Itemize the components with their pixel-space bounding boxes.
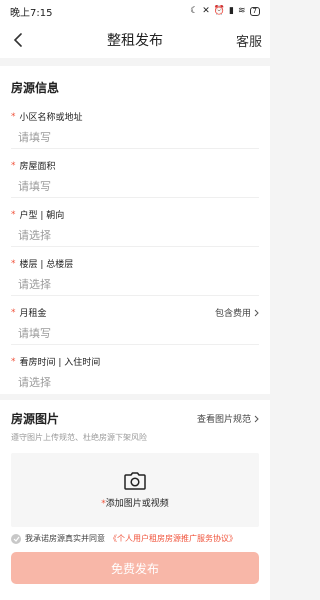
area-field[interactable]: * 房屋面积 请填写 — [11, 149, 259, 198]
viewing-time-field[interactable]: * 看房时间 | 入住时间 请选择 — [11, 345, 259, 394]
upload-media-button[interactable]: *添加图片或视频 — [11, 453, 259, 527]
publish-button[interactable]: 免费发布 — [11, 552, 259, 584]
customer-service-button[interactable]: 客服 — [236, 31, 262, 50]
section-title: 房源信息 — [11, 81, 60, 95]
status-icons: ☾ ✕ ⏰ ▮ ≋ 7 — [190, 6, 260, 16]
required-mark: * — [11, 258, 16, 269]
page-title: 整租发布 — [107, 33, 163, 49]
signal-icon: ▮ — [229, 6, 234, 16]
included-fees-link[interactable]: 包含费用 — [215, 306, 259, 319]
required-mark: * — [11, 160, 16, 171]
required-mark: * — [11, 209, 16, 220]
chevron-right-icon — [254, 415, 259, 422]
nav-bar: 整租发布 客服 — [0, 22, 270, 58]
agreement-checkbox[interactable] — [11, 533, 21, 544]
listing-info-card: 房源信息 * 小区名称或地址 请填写 * 房屋面积 请填写 * 户型 | 朝向 请选择… — [0, 66, 270, 394]
field-label: 看房时间 | 入住时间 — [19, 358, 101, 368]
viewing-time-select[interactable]: 请选择 — [18, 374, 259, 390]
status-bar: 晚上7:15 ☾ ✕ ⏰ ▮ ≋ 7 — [0, 0, 270, 22]
upload-label: 添加图片或视频 — [105, 498, 169, 509]
layout-field[interactable]: * 户型 | 朝向 请选择 — [11, 198, 259, 247]
wifi-icon: ≋ — [237, 6, 246, 16]
rent-field[interactable]: * 月租金 包含费用 请填写 — [11, 296, 259, 345]
community-field[interactable]: * 小区名称或地址 请填写 — [11, 100, 259, 149]
rent-input[interactable]: 请填写 — [18, 325, 259, 341]
included-fees-label: 包含费用 — [214, 309, 251, 319]
bottom-bar: 我承诺房源真实并同意 《个人用户租房房源推广服务协议》 免费发布 — [0, 527, 270, 600]
photos-title: 房源图片 — [11, 412, 60, 426]
alarm-icon: ⏰ — [213, 6, 226, 16]
photo-guidelines-link[interactable]: 查看图片规范 — [197, 412, 259, 425]
photo-guidelines-label: 查看图片规范 — [196, 415, 251, 425]
battery-level: 7 — [252, 6, 257, 15]
agreement-row: 我承诺房源真实并同意 《个人用户租房房源推广服务协议》 — [11, 533, 259, 544]
community-input[interactable]: 请填写 — [18, 129, 259, 145]
back-icon[interactable] — [8, 30, 28, 50]
required-mark: * — [11, 307, 16, 318]
agreement-link[interactable]: 《个人用户租房房源推广服务协议》 — [109, 533, 237, 544]
status-time: 晚上7:15 — [10, 7, 53, 19]
camera-icon — [124, 471, 146, 490]
battery-icon: 7 — [249, 6, 260, 16]
floor-select[interactable]: 请选择 — [18, 276, 259, 292]
check-icon — [13, 536, 19, 542]
chevron-right-icon — [254, 309, 259, 316]
required-mark: * — [11, 111, 16, 122]
required-mark: * — [11, 356, 16, 367]
area-input[interactable]: 请填写 — [18, 178, 259, 194]
photos-card: 房源图片 查看图片规范 遵守图片上传规范、杜绝房源下架风险 *添加图片或视频 — [0, 400, 270, 537]
moon-icon: ☾ — [190, 6, 199, 16]
field-label: 月租金 — [19, 309, 47, 319]
field-label: 楼层 | 总楼层 — [19, 260, 74, 270]
mute-icon: ✕ — [202, 6, 210, 16]
field-label: 户型 | 朝向 — [19, 211, 65, 221]
field-label: 房屋面积 — [19, 162, 56, 172]
field-label: 小区名称或地址 — [19, 113, 83, 123]
floor-field[interactable]: * 楼层 | 总楼层 请选择 — [11, 247, 259, 296]
layout-select[interactable]: 请选择 — [18, 227, 259, 243]
agreement-text: 我承诺房源真实并同意 — [25, 534, 105, 543]
photos-subtitle: 遵守图片上传规范、杜绝房源下架风险 — [11, 433, 147, 442]
